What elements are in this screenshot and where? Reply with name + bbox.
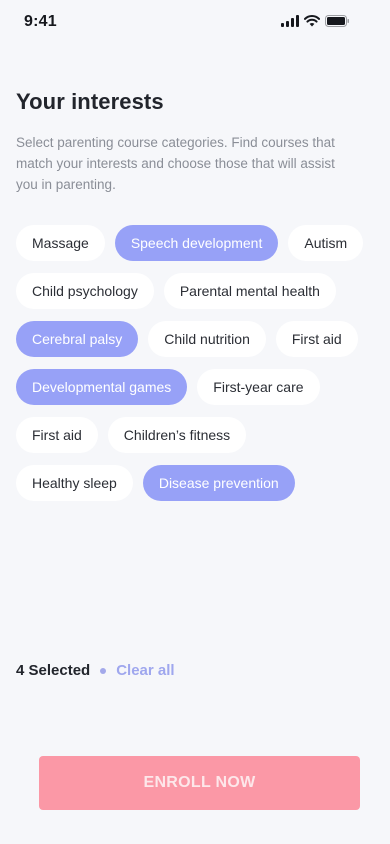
interest-chip[interactable]: Autism [288, 225, 364, 261]
page-title: Your interests [16, 89, 164, 114]
interest-chip-list: Massage Speech development Autism Child psy… [16, 225, 366, 501]
interest-chip[interactable]: Child nutrition [148, 321, 266, 357]
wifi-icon [304, 15, 320, 27]
interest-chip[interactable]: First aid [16, 417, 98, 453]
separator-dot [100, 667, 107, 674]
cellular-signal-icon [281, 15, 299, 27]
interest-chip[interactable]: Child psychology [16, 273, 154, 309]
interest-chip[interactable]: Parental mental health [163, 273, 336, 309]
page-subtitle: Select parenting course categories. Find… [16, 135, 335, 192]
interest-chip[interactable]: Healthy sleep [16, 465, 133, 501]
selected-count: 4 Selected [16, 662, 91, 679]
interest-chip[interactable]: Massage [16, 225, 105, 261]
interest-chip[interactable]: Speech development [114, 225, 279, 261]
interest-chip[interactable]: Cerebral palsy [16, 321, 139, 357]
enroll-now-button[interactable]: ENROLL NOW [39, 756, 360, 810]
clear-all-button[interactable]: Clear all [116, 662, 174, 679]
interest-chip[interactable]: Disease prevention [142, 465, 295, 501]
interest-chip[interactable]: First aid [275, 321, 358, 357]
status-icons [281, 15, 350, 27]
status-time: 9:41 [24, 13, 57, 30]
battery-icon [325, 15, 350, 27]
interest-chip[interactable]: Children’s fitness [107, 417, 247, 453]
interest-chip[interactable]: First-year care [197, 369, 320, 405]
status-bar: 9:41 [0, 0, 390, 46]
interest-chip[interactable]: Developmental games [16, 369, 188, 405]
selection-summary: 4 Selected Clear all [16, 662, 175, 679]
